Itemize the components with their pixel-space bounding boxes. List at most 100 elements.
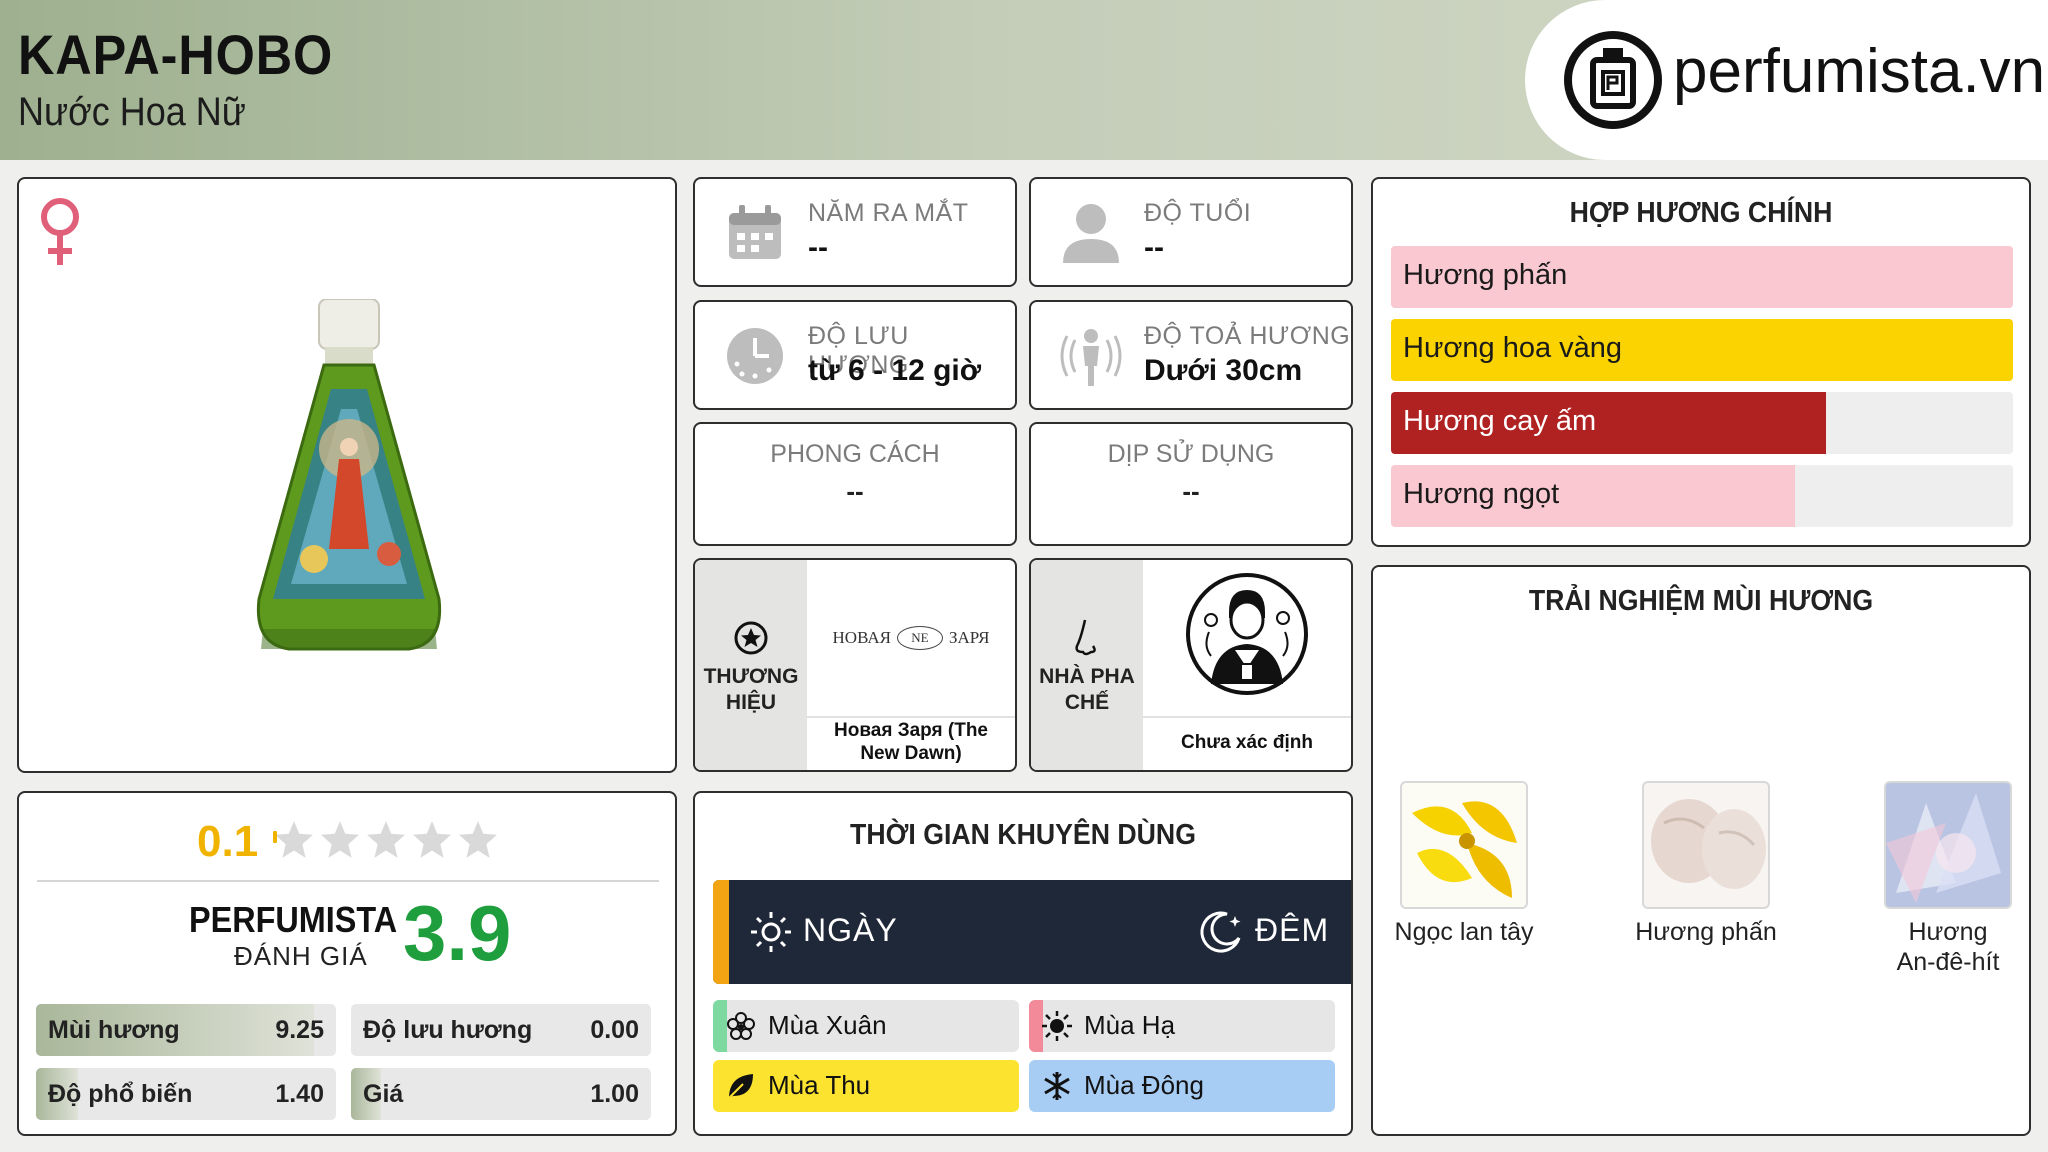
snowflake-icon	[1044, 1072, 1070, 1100]
brand-logo-left: НОВАЯ	[832, 628, 891, 647]
score-item: Giá 1.00	[351, 1068, 651, 1120]
powder-image[interactable]	[1642, 781, 1770, 909]
accord-bar: Hương cay ấm	[1391, 392, 2013, 454]
season-summer[interactable]: Mùa Hạ	[1029, 1000, 1335, 1052]
accord-label: Hương phấn	[1403, 259, 1568, 291]
product-name: KAPA-HOBO	[18, 23, 334, 86]
day-indicator	[713, 880, 729, 984]
brand-logo-right: ЗАРЯ	[948, 628, 990, 647]
accord-bar: Hương ngọt	[1391, 465, 2013, 527]
accord-label: Hương hoa vàng	[1403, 332, 1623, 364]
perfumista-score: 3.9	[403, 889, 512, 977]
brand-card[interactable]: THƯƠNG HIỆU НОВАЯ NE ЗАРЯ Новая Заря (Th…	[693, 558, 1017, 772]
star-badge-icon	[734, 621, 768, 655]
header-banner: KAPA-HOBO Nước Hoa Nữ perfumista.vn	[0, 0, 2048, 160]
brand-label-line1: THƯƠNG	[703, 665, 799, 688]
spring-flower-icon	[727, 1012, 755, 1040]
main-accords-title: HỢP HƯƠNG CHÍNH	[1569, 197, 1833, 229]
brand-logo-ellipse: NE	[896, 626, 943, 650]
product-image-panel	[17, 177, 677, 773]
product-bottle-image	[256, 299, 442, 651]
score-label: Giá	[363, 1080, 404, 1108]
brand-name: Новая Заря (The New Dawn)	[834, 720, 988, 764]
sillage-person-icon	[1060, 329, 1122, 386]
occasion-card: DỊP SỬ DỤNG --	[1029, 422, 1353, 546]
night-label: ĐÊM	[1255, 912, 1330, 948]
note-label-0: Ngọc lan tây	[1394, 918, 1534, 946]
spring-label: Mùa Xuân	[768, 1010, 887, 1040]
perfumista-sub: ĐÁNH GIÁ	[234, 941, 368, 971]
age-label: ĐỘ TUỔI	[1144, 199, 1252, 227]
brand-side-cell: THƯƠNG HIỆU	[695, 560, 807, 770]
sillage-value: Dưới 30cm	[1144, 354, 1303, 387]
day-label: NGÀY	[803, 912, 898, 948]
female-icon	[41, 198, 79, 265]
score-item: Mùi hương 9.25	[36, 1004, 336, 1056]
score-label: Độ lưu hương	[363, 1016, 533, 1044]
star-rating[interactable]	[273, 817, 503, 863]
longevity-value: từ 6 - 12 giờ	[808, 354, 982, 387]
star-icon[interactable]	[365, 819, 407, 861]
brand-logo: НОВАЯ NE ЗАРЯ	[807, 560, 1015, 716]
star-icon[interactable]	[319, 819, 361, 861]
star-icon[interactable]	[457, 819, 499, 861]
sun-icon	[1042, 1011, 1072, 1041]
season-autumn[interactable]: Mùa Thu	[713, 1060, 1019, 1112]
powder-illustration	[1651, 799, 1766, 889]
longevity-card: ĐỘ LƯU HƯƠNG từ 6 - 12 giờ	[693, 300, 1017, 410]
perfumer-side-cell: NHÀ PHA CHẾ	[1031, 560, 1143, 770]
score-value: 1.40	[275, 1080, 324, 1108]
star-icon[interactable]	[411, 819, 453, 861]
perfumer-label-line2: CHẾ	[1064, 691, 1110, 714]
note-label-2: Hương An-đê-hít	[1896, 918, 2000, 976]
score-label: Mùi hương	[48, 1016, 180, 1044]
star-fill	[273, 831, 277, 843]
score-value: 0.00	[590, 1016, 639, 1044]
release-year-value: --	[808, 231, 828, 264]
style-value: --	[846, 476, 864, 506]
time-of-use-panel: THỜI GIAN KHUYÊN DÙNG NGÀY ĐÊM Mùa Xuân …	[693, 791, 1353, 1136]
accord-label: Hương cay ấm	[1403, 405, 1597, 437]
ylang-ylang-illustration	[1412, 801, 1517, 898]
note-label-1: Hương phấn	[1635, 918, 1777, 946]
user-icon	[1063, 204, 1119, 263]
accord-bar: Hương hoa vàng	[1391, 319, 2013, 381]
aldehyde-image[interactable]	[1884, 781, 2012, 909]
age-card: ĐỘ TUỔI --	[1029, 177, 1353, 287]
user-score: 0.1	[197, 817, 259, 866]
calendar-icon	[729, 205, 781, 259]
occasion-label: DỊP SỬ DỤNG	[1107, 440, 1275, 468]
perfumer-name: Chưa xác định	[1180, 731, 1313, 753]
clock-icon	[727, 328, 783, 384]
accord-label: Hương ngọt	[1403, 478, 1560, 510]
release-year-label: NĂM RA MẮT	[808, 199, 969, 227]
perfume-bottle-logo-icon	[1564, 31, 1662, 129]
score-item: Độ lưu hương 0.00	[351, 1004, 651, 1056]
scent-experience-panel: TRẢI NGHIỆM MÙI HƯƠNG Ngọc lan tây Hương…	[1371, 565, 2031, 1136]
logo-text: perfumista.vn	[1673, 37, 2046, 106]
style-card: PHONG CÁCH --	[693, 422, 1017, 546]
perfumer-card[interactable]: NHÀ PHA CHẾ Chưa xác định	[1029, 558, 1353, 772]
star-icon[interactable]	[273, 819, 315, 861]
sun-outline-icon	[751, 912, 791, 952]
score-label: Độ phổ biến	[48, 1080, 193, 1108]
time-of-use-title: THỜI GIAN KHUYÊN DÙNG	[850, 819, 1196, 851]
day-night-bar[interactable]: NGÀY ĐÊM	[713, 880, 1351, 984]
sillage-label: ĐỘ TOẢ HƯƠNG	[1144, 322, 1351, 350]
brand-label-line2: HIỆU	[725, 691, 777, 714]
rating-panel: 0.1 PERFUMISTA ĐÁNH GIÁ 3.9 Mùi hương 9.2…	[17, 791, 677, 1136]
aldehyde-illustration	[1886, 783, 2010, 907]
moon-icon	[1200, 911, 1241, 953]
ylang-ylang-image[interactable]	[1400, 781, 1528, 909]
rating-divider	[37, 880, 659, 882]
accord-bar: Hương phấn	[1391, 246, 2013, 308]
age-value: --	[1144, 231, 1164, 264]
main-accords-panel: HỢP HƯƠNG CHÍNH Hương phấn Hương hoa vàng…	[1371, 177, 2031, 547]
autumn-label: Mùa Thu	[768, 1070, 871, 1100]
summer-label: Mùa Hạ	[1084, 1010, 1176, 1040]
score-item: Độ phổ biến 1.40	[36, 1068, 336, 1120]
perfumer-avatar-icon	[1186, 573, 1308, 695]
logo-container[interactable]: perfumista.vn	[1525, 0, 2048, 160]
season-spring[interactable]: Mùa Xuân	[713, 1000, 1019, 1052]
season-winter[interactable]: Mùa Đông	[1029, 1060, 1335, 1112]
